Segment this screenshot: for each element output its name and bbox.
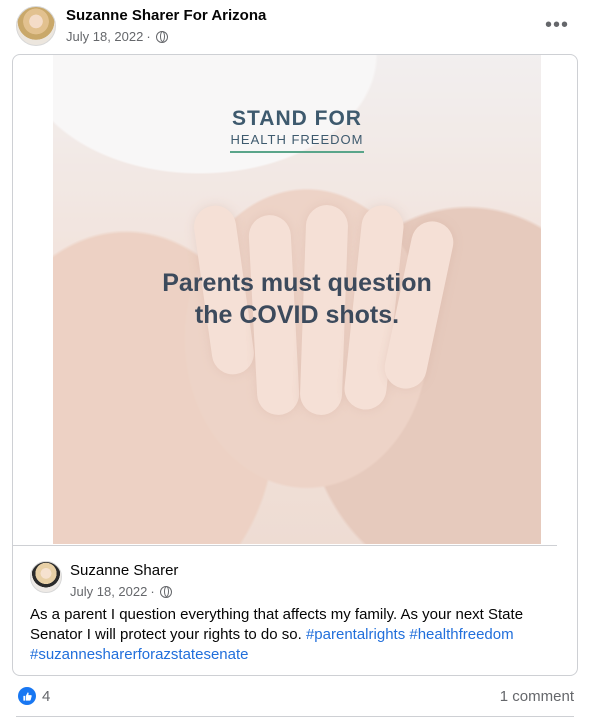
public-globe-icon (159, 585, 172, 598)
page-name-link[interactable]: Suzanne Sharer For Arizona (66, 7, 266, 24)
brand-bottom-text: HEALTH FREEDOM (230, 132, 364, 147)
hashtag-link[interactable]: #healthfreedom (409, 626, 513, 643)
hashtag-link[interactable]: #parentalrights (306, 626, 405, 643)
more-options-icon[interactable]: ••• (544, 12, 570, 38)
page-avatar[interactable] (16, 6, 56, 46)
shared-author-link[interactable]: Suzanne Sharer (70, 562, 178, 579)
shared-date-link[interactable]: July 18, 2022 (70, 584, 147, 599)
post-image[interactable]: STAND FOR HEALTH FREEDOM Parents must qu… (53, 55, 541, 544)
hashtag-link[interactable]: #suzannesharerforazstatesenate (30, 646, 248, 663)
post-date-link[interactable]: July 18, 2022 (66, 29, 143, 44)
shared-author-avatar[interactable] (30, 561, 62, 593)
headline-line-1: Parents must question (162, 269, 432, 297)
like-count[interactable]: 4 (42, 688, 50, 705)
meta-separator: · (150, 584, 155, 599)
shared-post-text: As a parent I question everything that a… (30, 605, 550, 665)
like-reaction-icon[interactable] (18, 687, 36, 705)
post-meta: July 18, 2022 · (66, 29, 168, 44)
shared-post-meta: July 18, 2022 · (70, 584, 172, 599)
image-headline: Parents must question the COVID shots. (53, 267, 541, 331)
shared-post-card[interactable]: STAND FOR HEALTH FREEDOM Parents must qu… (12, 54, 578, 676)
reactions-bar: 4 1 comment (0, 680, 590, 716)
brand-top-text: STAND FOR (232, 107, 362, 130)
public-globe-icon (155, 30, 168, 43)
comment-count-link[interactable]: 1 comment (500, 688, 574, 705)
footer-divider (16, 716, 574, 717)
headline-line-2: the COVID shots. (194, 301, 400, 329)
post-header: Suzanne Sharer For Arizona July 18, 2022… (0, 0, 590, 52)
brand-logo: STAND FOR HEALTH FREEDOM (53, 107, 541, 153)
brand-underline (230, 151, 364, 153)
card-divider (13, 545, 557, 546)
meta-separator: · (146, 29, 151, 44)
